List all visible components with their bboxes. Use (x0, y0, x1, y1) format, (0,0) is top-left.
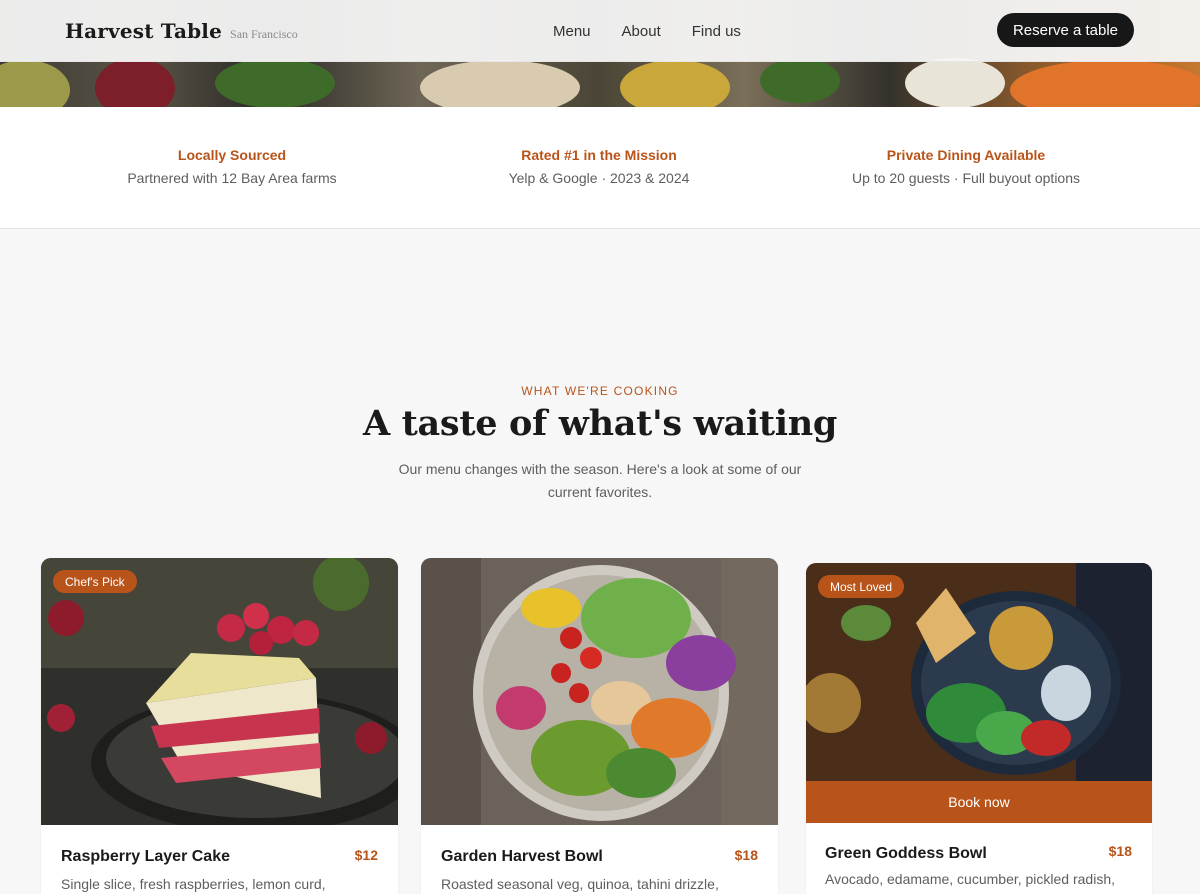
feature-title: Rated #1 in the Mission (521, 147, 677, 163)
nav-link-about[interactable]: About (622, 23, 661, 40)
nav-link-menu[interactable]: Menu (553, 23, 591, 40)
garden-bowl-image (421, 558, 778, 825)
cake-image (41, 558, 398, 825)
card-price: $12 (354, 847, 378, 863)
brand-logo[interactable]: Harvest Table San Francisco (65, 19, 298, 43)
card-price: $18 (734, 847, 758, 863)
card-title: Garden Harvest Bowl (441, 848, 603, 865)
features-strip: Locally Sourced Partnered with 12 Bay Ar… (0, 107, 1200, 229)
feature-title: Locally Sourced (177, 147, 287, 163)
nav-links: Menu About Find us (553, 0, 741, 62)
nav-link-find-us[interactable]: Find us (692, 23, 741, 40)
menu-card-garden-harvest-bowl[interactable]: Garden Harvest Bowl $18 Roasted seasonal… (421, 558, 778, 894)
menu-card-green-goddess-bowl[interactable]: Most Loved Book now Green Goddess Bowl $… (806, 563, 1152, 894)
feature-subtitle: Partnered with 12 Bay Area farms (127, 170, 337, 186)
feature-title: Private Dining Available (886, 147, 1046, 163)
card-price: $18 (1108, 843, 1132, 859)
book-now-button[interactable]: Book now (806, 781, 1152, 823)
card-title: Raspberry Layer Cake (61, 848, 230, 865)
feature-locally-sourced: Locally Sourced Partnered with 12 Bay Ar… (52, 147, 412, 186)
card-description: Avocado, edamame, cucumber, pickled radi… (825, 871, 1116, 887)
card-description: Roasted seasonal veg, quinoa, tahini dri… (441, 876, 719, 892)
card-description: Single slice, fresh raspberries, lemon c… (61, 876, 326, 892)
brand-city: San Francisco (230, 26, 298, 41)
menu-card-raspberry-cake[interactable]: Chef's Pick Raspberry Layer Cake $12 Sin… (41, 558, 398, 894)
section-eyebrow: WHAT WE'RE COOKING (521, 384, 679, 398)
most-loved-badge: Most Loved (818, 575, 905, 598)
card-title: Green Goddess Bowl (825, 845, 987, 862)
top-nav: Harvest Table San Francisco Menu About F… (0, 0, 1200, 62)
chefs-pick-badge: Chef's Pick (53, 570, 137, 593)
section-title: A taste of what's waiting (362, 403, 838, 444)
brand-name: Harvest Table (65, 18, 223, 43)
feature-subtitle: Yelp & Google · 2023 & 2024 (508, 170, 690, 186)
feature-subtitle: Up to 20 guests · Full buyout options (851, 170, 1081, 186)
reserve-table-button[interactable]: Reserve a table (997, 13, 1134, 47)
feature-rated: Rated #1 in the Mission Yelp & Google · … (419, 147, 779, 186)
section-subtitle: Our menu changes with the season. Here's… (398, 461, 802, 500)
feature-private-dining: Private Dining Available Up to 20 guests… (786, 147, 1146, 186)
